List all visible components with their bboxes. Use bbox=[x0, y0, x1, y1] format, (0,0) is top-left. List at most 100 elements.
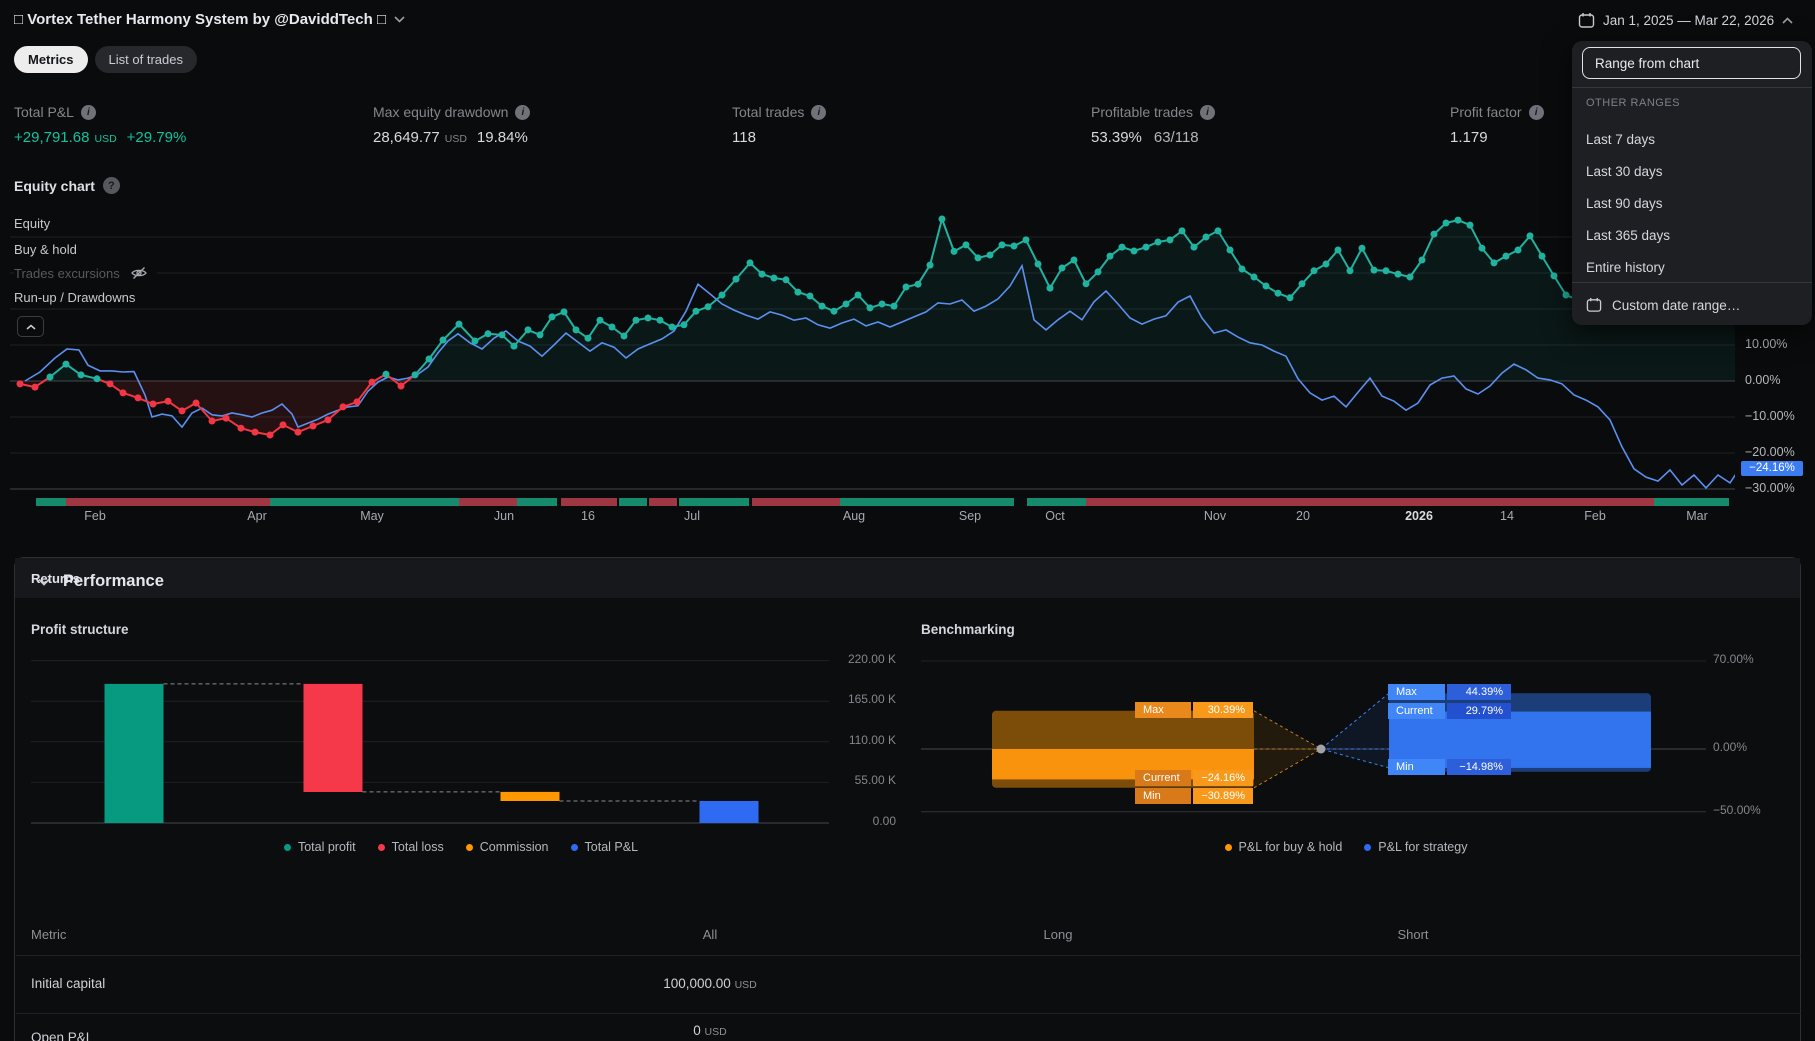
bench-badge-min: Min −14.98% bbox=[1388, 758, 1511, 775]
value: 100,000.00 bbox=[663, 976, 731, 991]
legend-dot bbox=[377, 843, 385, 851]
returns-col-metric: Metric bbox=[31, 927, 67, 942]
legend-label: Total P&L bbox=[584, 840, 639, 854]
x-axis-label: 14 bbox=[1500, 509, 1514, 523]
returns-row-value: 0 USD bbox=[610, 1023, 810, 1038]
legend-item-total-loss[interactable]: Total loss bbox=[377, 840, 444, 854]
badge-label: Current bbox=[1388, 702, 1445, 719]
metric-label: Total P&L bbox=[14, 104, 74, 120]
legend-item-p-l-for-buy-hold[interactable]: P&L for buy & hold bbox=[1224, 840, 1343, 854]
legend-label: P&L for buy & hold bbox=[1238, 840, 1343, 854]
returns-row-label: Open P&L bbox=[31, 1030, 94, 1041]
info-icon[interactable]: i bbox=[515, 104, 531, 120]
equity-chart-plot[interactable] bbox=[10, 185, 1735, 506]
legend-item-total-profit[interactable]: Total profit bbox=[283, 840, 356, 854]
badge-value: 30.39% bbox=[1193, 701, 1253, 718]
benchmarking-title: Benchmarking bbox=[921, 622, 1015, 637]
metric-value: 118 bbox=[732, 129, 756, 146]
metric-total-trades: Total trades i 118 bbox=[732, 104, 1082, 146]
info-icon[interactable]: i bbox=[80, 104, 96, 120]
performance-section-header[interactable]: Performance bbox=[38, 572, 164, 591]
badge-label: Min bbox=[1388, 758, 1445, 775]
equity-legend-item-run-up-drawdowns[interactable]: Run-up / Drawdowns bbox=[14, 288, 145, 306]
performance-card: Performance Profit structure Benchmarkin… bbox=[14, 557, 1801, 1041]
legend-label: Buy & hold bbox=[14, 241, 77, 257]
legend-item-commission[interactable]: Commission bbox=[465, 840, 549, 854]
last-value-badge: −24.16% bbox=[1741, 460, 1803, 476]
returns-col-all: All bbox=[702, 927, 718, 942]
profit-structure-plot bbox=[31, 660, 829, 824]
benchmarking-legend: P&L for buy & hold P&L for strategy bbox=[921, 840, 1771, 854]
chevron-down-icon bbox=[394, 16, 405, 23]
metric-profitable-trades: Profitable trades i 53.39% 63/118 bbox=[1091, 104, 1441, 146]
x-axis-label: Feb bbox=[1584, 509, 1606, 523]
unit: USD bbox=[734, 979, 757, 991]
strategy-tester-page: □ Vortex Tether Harmony System by @David… bbox=[0, 0, 1815, 1041]
badge-value: 44.39% bbox=[1447, 684, 1511, 701]
unit: USD bbox=[704, 1026, 727, 1038]
returns-section-header[interactable]: Returns bbox=[15, 558, 1800, 598]
metric-extra: +29.79% bbox=[126, 129, 187, 146]
collapse-chart-button[interactable] bbox=[17, 316, 44, 337]
returns-row-value: 100,000.00 USD bbox=[610, 976, 810, 991]
menu-item-entire-history[interactable]: Entire history bbox=[1572, 251, 1812, 283]
eye-off-icon[interactable] bbox=[130, 266, 148, 280]
legend-item-total-p-l[interactable]: Total P&L bbox=[570, 840, 639, 854]
menu-item-last-365-days[interactable]: Last 365 days bbox=[1572, 219, 1812, 251]
value: 0 bbox=[693, 1023, 701, 1038]
metric-label: Profitable trades bbox=[1091, 104, 1193, 120]
legend-label: Run-up / Drawdowns bbox=[14, 289, 136, 305]
menu-item-last-7-days[interactable]: Last 7 days bbox=[1572, 123, 1812, 155]
x-axis-label: Aug bbox=[842, 509, 866, 523]
profit-y-label: 0.00 bbox=[872, 814, 896, 828]
badge-value: −30.89% bbox=[1193, 788, 1253, 805]
metric-value: 53.39% bbox=[1091, 129, 1142, 146]
profit-y-label: 220.00 K bbox=[847, 651, 896, 666]
strategy-title-row[interactable]: □ Vortex Tether Harmony System by @David… bbox=[14, 11, 405, 28]
legend-dot bbox=[283, 843, 291, 851]
profit-structure-legend: Total profit Total loss Commission Total P&… bbox=[31, 840, 891, 854]
bench-y-label: 0.00% bbox=[1713, 740, 1748, 754]
badge-label: Max bbox=[1388, 684, 1445, 701]
info-icon[interactable]: i bbox=[1528, 104, 1544, 120]
view-tabs: Metrics List of trades bbox=[14, 46, 197, 73]
metric-label: Total trades bbox=[732, 104, 805, 120]
legend-dot bbox=[465, 843, 473, 851]
equity-legend-item-equity[interactable]: Equity bbox=[14, 214, 60, 232]
returns-col-long: Long bbox=[1043, 927, 1073, 942]
menu-item-last-90-days[interactable]: Last 90 days bbox=[1572, 187, 1812, 219]
info-icon[interactable]: i bbox=[811, 104, 827, 120]
x-axis-label: May bbox=[360, 509, 384, 523]
legend-item-p-l-for-strategy[interactable]: P&L for strategy bbox=[1364, 840, 1467, 854]
menu-item-range-from-chart[interactable]: Range from chart bbox=[1582, 47, 1801, 79]
bench-badge-max: Max 30.39% bbox=[1135, 701, 1253, 718]
date-range-dropdown: Range from chart OTHER RANGES Last 7 day… bbox=[1572, 41, 1812, 325]
menu-item-last-30-days[interactable]: Last 30 days bbox=[1572, 155, 1812, 187]
x-axis-label: Jul bbox=[684, 509, 700, 523]
menu-item-custom-date-range[interactable]: Custom date range… bbox=[1572, 289, 1812, 321]
metric-value: +29,791.68 bbox=[14, 129, 90, 146]
metric-value: 28,649.77 bbox=[373, 129, 440, 146]
legend-dot bbox=[1224, 843, 1232, 851]
bench-badge-current: Current −24.16% bbox=[1135, 770, 1253, 787]
performance-title: Performance bbox=[63, 572, 164, 590]
legend-label: P&L for strategy bbox=[1378, 840, 1468, 854]
badge-label: Min bbox=[1135, 788, 1191, 805]
benchmarking-plot bbox=[921, 660, 1706, 813]
metric-unit: USD bbox=[94, 133, 117, 145]
date-range-button[interactable]: Jan 1, 2025 — Mar 22, 2026 bbox=[1578, 12, 1793, 29]
tab-list-of-trades[interactable]: List of trades bbox=[94, 46, 197, 73]
profit-y-label: 110.00 K bbox=[848, 732, 896, 747]
bench-y-label: −50.00% bbox=[1713, 802, 1761, 817]
info-icon[interactable]: i bbox=[1199, 104, 1215, 120]
metric-extra: 19.84% bbox=[476, 129, 528, 146]
legend-dot bbox=[570, 843, 578, 851]
tab-metrics[interactable]: Metrics bbox=[14, 46, 88, 73]
x-axis-label: Sep bbox=[958, 509, 982, 523]
y-axis-label: 10.00% bbox=[1745, 337, 1788, 351]
metric-label: Profit factor bbox=[1450, 104, 1522, 120]
y-axis-label: −10.00% bbox=[1745, 409, 1795, 423]
equity-legend-item-trades-excursions[interactable]: Trades excursions bbox=[14, 264, 157, 282]
equity-legend-item-buy-hold[interactable]: Buy & hold bbox=[14, 240, 86, 258]
other-ranges-group-label: OTHER RANGES bbox=[1586, 97, 1681, 109]
